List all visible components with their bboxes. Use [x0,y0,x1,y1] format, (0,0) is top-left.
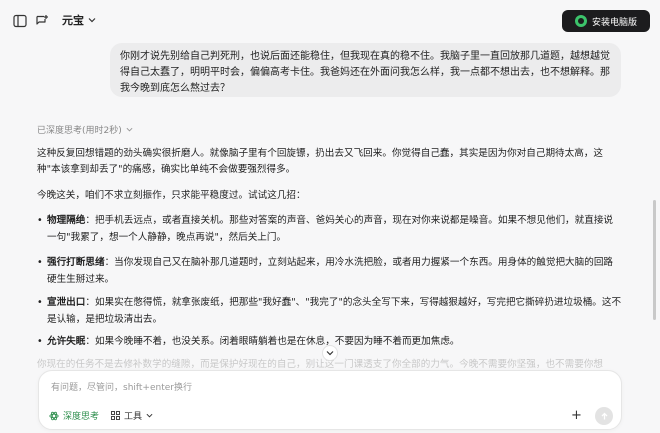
answer-paragraph: 这种反复回想错题的劲头确实很折磨人。就像脑子里有个回旋镖，扔出去又飞回来。你觉得… [37,148,604,175]
tools-grid-icon [111,411,120,420]
scrollbar[interactable] [653,200,656,320]
model-label: 元宝 [62,14,84,27]
chevron-down-icon [146,413,153,418]
chevron-down-icon [88,18,96,23]
chevron-down-icon [126,127,133,132]
list-item-title: 宣泄出口 [47,297,86,308]
new-chat-icon[interactable] [32,11,52,31]
list-item-title: 允许失眠 [47,336,86,347]
list-item-text: ：当你发现自己又在脑补那几道题时，立刻站起来，用冷水洗把脸，或者用力握紧一个东西… [47,257,614,285]
add-attachment-icon[interactable]: + [571,409,582,422]
tools-button[interactable]: 工具 [111,409,153,422]
chat-input[interactable] [51,380,591,396]
list-item: • 物理隔绝：把手机丢远点，或者直接关机。那些对答案的声音、爸妈关心的声音，现在… [37,212,622,246]
answer-paragraph: 今晚这关，咱们不求立刻振作，只求能平稳度过。试试这几招： [37,190,306,201]
chevron-down-icon [326,351,334,356]
list-item-title: 强行打断思绪 [47,257,105,268]
bullet-dot: • [37,297,43,308]
thinking-label: 已深度思考(用时2秒) [37,126,122,136]
tools-label: 工具 [124,412,143,422]
deep-think-label: 深度思考 [63,412,100,422]
atom-icon [49,411,59,420]
list-item: • 强行打断思绪：当你发现自己又在脑补那几道题时，立刻站起来，用冷水洗把脸，或者… [37,254,622,288]
list-item-text: ：把手机丢远点，或者直接关机。那些对答案的声音、爸妈关心的声音，现在对你来说都是… [47,215,614,243]
bullet-dot: • [37,257,43,268]
deep-think-button[interactable]: 深度思考 [49,409,99,422]
list-item: • 宣泄出口：如果实在憋得慌，就拿张废纸，把那些"我好蠢"、"我完了"的念头全写… [37,294,622,328]
yuanbao-logo-icon [574,15,587,27]
top-bar: 元宝 安装电脑版 [0,0,660,40]
thinking-toggle[interactable]: 已深度思考(用时2秒) [37,123,133,136]
composer: 深度思考 工具 + [38,370,622,430]
user-message: 你刚才说先别给自己判死刑，也说后面还能稳住，但我现在真的稳不住。我脑子里一直回放… [110,43,621,97]
bullet-dot: • [37,215,43,226]
send-button[interactable] [595,407,613,425]
arrow-up-icon [601,412,607,419]
install-label: 安装电脑版 [591,17,637,28]
bullet-dot: • [37,336,43,347]
sidebar-toggle-icon[interactable] [10,11,30,31]
model-selector[interactable]: 元宝 [62,12,96,28]
scroll-down-button[interactable] [322,345,338,361]
list-item-text: ：如果今晚睡不着，也没关系。闭着眼睛躺着也是在休息，不要因为睡不着而更加焦虑。 [85,336,460,347]
list-item-title: 物理隔绝 [47,215,86,226]
install-desktop-button[interactable]: 安装电脑版 [562,10,650,32]
list-item-text: ：如果实在憋得慌，就拿张废纸，把那些"我好蠢"、"我完了"的念头全写下来，写得越… [47,297,622,325]
